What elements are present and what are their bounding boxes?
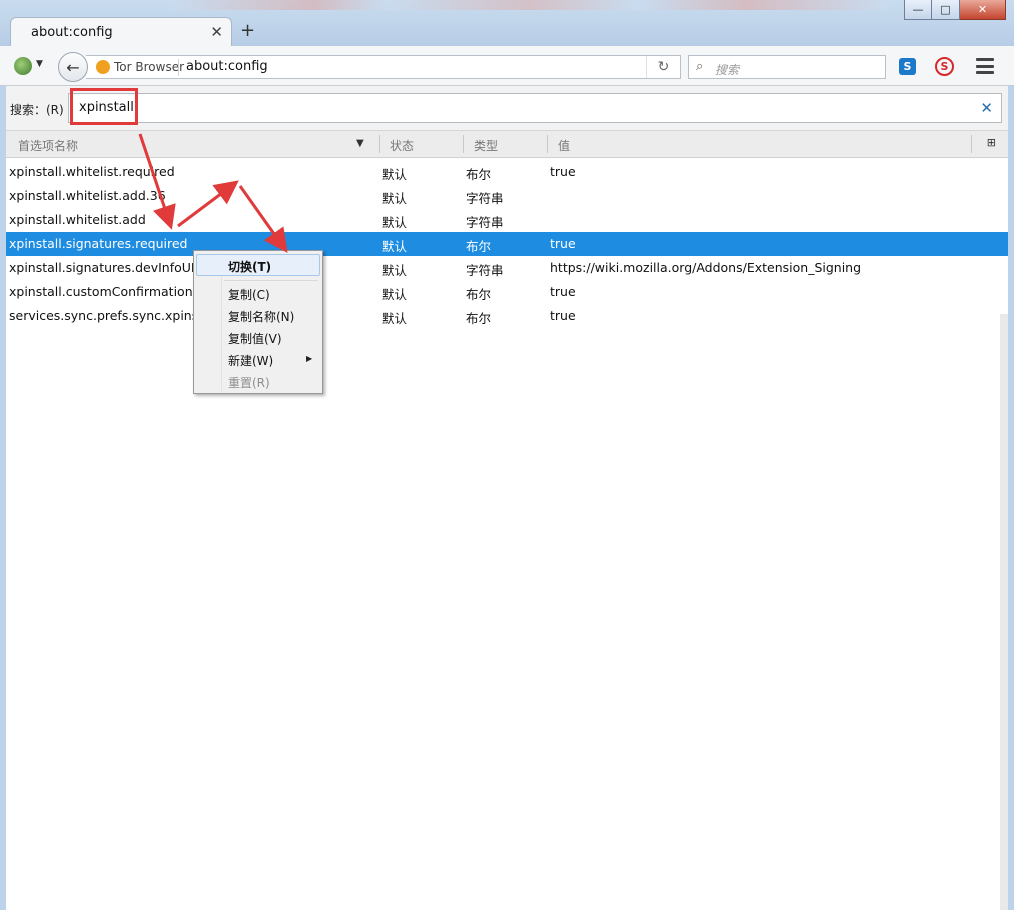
new-tab-button[interactable]: +: [240, 20, 255, 41]
context-menu: 切换(T) 复制(C) 复制名称(N) 复制值(V) 新建(W) ▶ 重置(R): [193, 250, 323, 394]
table-row[interactable]: xpinstall.whitelist.add.36 默认 字符串: [6, 184, 1008, 208]
column-separator[interactable]: [547, 135, 548, 153]
table-row[interactable]: xpinstall.customConfirmationUI 默认 布尔 tru…: [6, 280, 1008, 304]
pref-status: 默认: [382, 263, 408, 278]
column-header-value[interactable]: 值: [558, 137, 570, 154]
column-picker-icon[interactable]: ⊞: [987, 136, 996, 149]
pref-type: 布尔: [466, 167, 492, 182]
pref-status: 默认: [382, 239, 408, 254]
tab-close-icon[interactable]: ✕: [210, 23, 223, 41]
pref-value: true: [550, 308, 576, 323]
minimize-button[interactable]: —: [904, 0, 932, 20]
pref-value: true: [550, 164, 576, 179]
window-controls: — □ ✕: [904, 0, 1006, 20]
column-header-type[interactable]: 类型: [474, 137, 498, 154]
menu-item-copy-value[interactable]: 复制值(V): [228, 330, 282, 347]
tor-onion-icon[interactable]: [14, 57, 32, 75]
identity-icon[interactable]: [96, 60, 110, 74]
annotation-highlight-box: [70, 88, 138, 125]
config-search-label: 搜索：(R): [10, 103, 64, 117]
menu-item-new[interactable]: 新建(W): [228, 352, 273, 369]
column-header-name[interactable]: 首选项名称: [18, 137, 78, 154]
table-row[interactable]: xpinstall.signatures.devInfoURL 默认 字符串 h…: [6, 256, 1008, 280]
reload-icon[interactable]: ↻: [646, 56, 680, 78]
tab-about-config[interactable]: about:config ✕: [10, 17, 232, 47]
pref-value: true: [550, 284, 576, 299]
pref-status: 默认: [382, 311, 408, 326]
url-bar[interactable]: Tor Browser about:config ↻: [86, 55, 681, 79]
column-header-status[interactable]: 状态: [390, 137, 414, 154]
vertical-scrollbar[interactable]: [1000, 314, 1008, 910]
menu-item-reset: 重置(R): [228, 376, 270, 390]
table-header: 首选项名称 ▼ 状态 类型 值 ⊞: [6, 130, 1008, 158]
pref-type: 布尔: [466, 239, 492, 254]
pref-status: 默认: [382, 167, 408, 182]
column-separator[interactable]: [379, 135, 380, 153]
hamburger-menu-icon[interactable]: [976, 58, 994, 74]
menu-item-copy[interactable]: 复制(C): [228, 286, 270, 303]
table-row[interactable]: xpinstall.whitelist.required 默认 布尔 true: [6, 160, 1008, 184]
menu-item-copy-name[interactable]: 复制名称(N): [228, 308, 294, 325]
pref-type: 布尔: [466, 311, 492, 326]
search-input[interactable]: ⌕ 搜索: [688, 55, 886, 79]
search-icon: ⌕: [696, 59, 704, 74]
menu-separator: [224, 280, 318, 281]
pref-name: services.sync.prefs.sync.xpinstall: [9, 308, 218, 323]
config-search-row: 搜索：(R) xpinstall ✕: [6, 86, 1008, 130]
pref-status: 默认: [382, 287, 408, 302]
pref-type: 字符串: [466, 191, 504, 206]
url-text[interactable]: about:config: [186, 59, 268, 74]
maximize-button[interactable]: □: [932, 0, 960, 20]
submenu-arrow-icon: ▶: [306, 354, 313, 363]
pref-name: xpinstall.customConfirmationUI: [9, 284, 206, 299]
pref-type: 字符串: [466, 263, 504, 278]
pref-status: 默认: [382, 215, 408, 230]
sort-descending-icon[interactable]: ▼: [356, 138, 364, 149]
pref-name: xpinstall.whitelist.required: [9, 164, 175, 179]
table-row[interactable]: services.sync.prefs.sync.xpinstall 默认 布尔…: [6, 304, 1008, 328]
menu-item-toggle[interactable]: 切换(T): [196, 254, 320, 276]
pref-name: xpinstall.whitelist.add: [9, 212, 146, 227]
column-separator[interactable]: [971, 135, 972, 153]
table-row[interactable]: xpinstall.whitelist.add 默认 字符串: [6, 208, 1008, 232]
close-window-button[interactable]: ✕: [960, 0, 1006, 20]
config-table-body: xpinstall.whitelist.required 默认 布尔 true …: [6, 160, 1008, 328]
skype-icon[interactable]: S: [899, 58, 916, 75]
navigation-toolbar: ▼ Tor Browser about:config ↻ ← ⌕ 搜索 S S: [0, 46, 1014, 86]
tab-title: about:config: [31, 25, 113, 40]
url-divider: [178, 59, 179, 76]
pref-name: xpinstall.whitelist.add.36: [9, 188, 166, 203]
pref-name: xpinstall.signatures.devInfoURL: [9, 260, 207, 275]
about-config-page: 搜索：(R) xpinstall ✕ 首选项名称 ▼ 状态 类型 值 ⊞ xpi…: [6, 86, 1008, 910]
menu-item-label: 切换(T): [228, 260, 272, 274]
clear-search-icon[interactable]: ✕: [980, 99, 993, 117]
pref-value: https://wiki.mozilla.org/Addons/Extensio…: [550, 260, 862, 275]
config-search-input[interactable]: xpinstall ✕: [68, 93, 1002, 123]
identity-label[interactable]: Tor Browser: [114, 60, 184, 74]
pref-name: xpinstall.signatures.required: [9, 236, 188, 251]
pref-value: true: [550, 236, 576, 251]
search-placeholder: 搜索: [715, 63, 740, 77]
title-bar-background: [170, 0, 890, 10]
title-bar: — □ ✕ about:config ✕ +: [0, 0, 1014, 47]
pref-status: 默认: [382, 191, 408, 206]
noscript-icon[interactable]: S: [935, 57, 954, 76]
chevron-down-icon[interactable]: ▼: [36, 59, 43, 69]
pref-type: 字符串: [466, 215, 504, 230]
back-button[interactable]: ←: [58, 52, 88, 82]
column-separator[interactable]: [463, 135, 464, 153]
table-row-selected[interactable]: xpinstall.signatures.required 默认 布尔 true: [6, 232, 1008, 256]
back-arrow-icon: ←: [66, 57, 80, 77]
pref-type: 布尔: [466, 287, 492, 302]
